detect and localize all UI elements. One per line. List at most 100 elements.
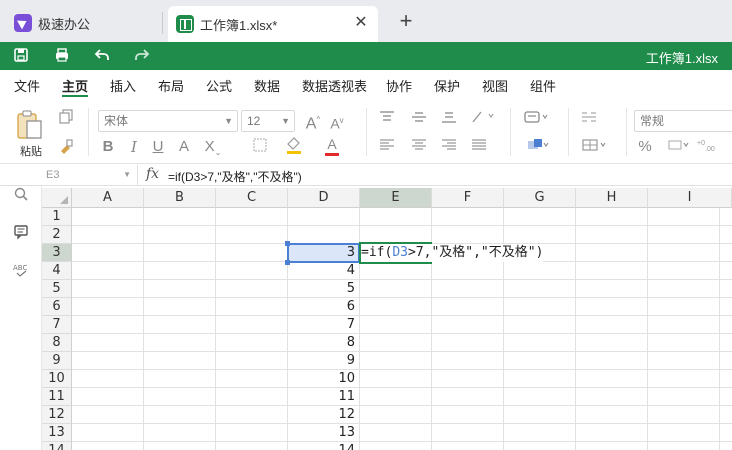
svg-text:.00: .00 [705,146,715,152]
paste-button[interactable] [16,110,44,140]
comment-icon[interactable] [12,224,30,242]
row-header-13[interactable]: 13 [42,424,72,442]
align-left-icon[interactable] [378,138,396,157]
align-right-icon[interactable] [440,138,458,157]
column-header-b[interactable]: B [144,188,216,208]
new-tab-button[interactable]: + [396,10,416,32]
menu-pivot-table[interactable]: 数据透视表 [302,76,367,95]
menu-home[interactable]: 主页 [62,76,88,95]
column-header-f[interactable]: F [432,188,504,208]
row-header-12[interactable]: 12 [42,406,72,424]
chevron-down-icon: ▼ [123,170,131,179]
copy-icon[interactable] [56,108,76,129]
fill-color-icon[interactable] [284,135,304,160]
cell-d13[interactable]: 13 [288,424,358,442]
font-size-select[interactable]: 12 ▼ [241,110,295,132]
row-header-8[interactable]: 8 [42,334,72,352]
menu-collaborate[interactable]: 协作 [386,76,412,95]
cell-d7[interactable]: 7 [288,316,358,334]
tab-home-label: 极速办公 [38,16,91,32]
column-header-d[interactable]: D [288,188,360,208]
menu-formula[interactable]: 公式 [206,76,232,95]
align-center-icon[interactable] [410,138,428,157]
row-header-9[interactable]: 9 [42,352,72,370]
row-header-1[interactable]: 1 [42,208,72,226]
cell-d3[interactable]: 3 [288,244,358,262]
cell-style-icon[interactable] [524,137,552,158]
decrease-font-icon[interactable]: Av [328,112,346,133]
increase-font-icon[interactable]: A^ [304,111,322,133]
cell-d8[interactable]: 8 [288,334,358,352]
left-sidebar: ABC [0,164,42,450]
merge-cells-icon[interactable] [580,110,598,129]
border-icon[interactable] [250,138,270,157]
percent-icon[interactable]: % [636,138,654,156]
formula-input[interactable]: =if(D3>7,"及格","不及格") [168,168,302,185]
font-color-icon[interactable]: A [322,135,342,156]
row-header-3[interactable]: 3 [42,244,72,262]
align-middle-icon[interactable] [410,110,428,129]
menu-layout[interactable]: 布局 [158,76,184,95]
redo-icon[interactable] [133,47,151,65]
align-bottom-icon[interactable] [440,110,458,129]
column-header-i[interactable]: I [648,188,732,208]
cell-d11[interactable]: 11 [288,388,358,406]
spreadsheet-grid[interactable]: A B C D E F G H I 1 2 3 4 5 6 7 8 9 10 1… [42,188,732,450]
print-icon[interactable] [53,47,71,65]
currency-format-icon[interactable] [666,138,692,159]
menu-components[interactable]: 组件 [530,76,556,95]
menu-protect[interactable]: 保护 [434,76,460,95]
decimal-places-icon[interactable]: +0.00 [696,138,718,159]
cell-d9[interactable]: 9 [288,352,358,370]
format-painter-icon[interactable] [56,138,76,159]
align-top-icon[interactable] [378,110,396,129]
italic-icon[interactable]: I [126,138,142,156]
row-header-6[interactable]: 6 [42,298,72,316]
menu-data[interactable]: 数据 [254,76,280,95]
menu-file[interactable]: 文件 [14,76,40,95]
cell-d5[interactable]: 5 [288,280,358,298]
grid-line [647,208,648,450]
row-header-11[interactable]: 11 [42,388,72,406]
menu-insert[interactable]: 插入 [110,76,136,95]
number-format-select[interactable]: 常规 [634,110,732,132]
row-header-4[interactable]: 4 [42,262,72,280]
column-header-h[interactable]: H [576,188,648,208]
cell-d6[interactable]: 6 [288,298,358,316]
strikethrough-icon[interactable]: A [176,138,192,156]
tab-home[interactable]: 极速办公 [8,6,162,40]
cell-d12[interactable]: 12 [288,406,358,424]
search-icon[interactable] [12,186,30,204]
cell-d4[interactable]: 4 [288,262,358,280]
text-orientation-icon[interactable] [470,109,496,130]
column-header-c[interactable]: C [216,188,288,208]
spellcheck-icon[interactable]: ABC [12,262,30,280]
cell-d10[interactable]: 10 [288,370,358,388]
undo-icon[interactable] [93,47,111,65]
subscript-icon[interactable]: X⌄ [202,138,224,162]
bold-icon[interactable]: B [100,138,116,156]
cell-d14[interactable]: 14 [288,442,358,450]
name-box[interactable]: E3 ▼ [42,165,138,185]
wrap-text-icon[interactable] [522,109,552,130]
save-icon[interactable] [12,47,30,65]
select-all-button[interactable] [42,188,72,208]
close-icon[interactable]: ✕ [352,14,370,32]
column-header-a[interactable]: A [72,188,144,208]
tab-workbook[interactable]: 工作簿1.xlsx* ✕ [168,6,378,42]
row-header-7[interactable]: 7 [42,316,72,334]
active-menu-indicator [62,95,88,97]
function-icon[interactable]: fx [146,166,159,182]
column-header-g[interactable]: G [504,188,576,208]
underline-icon[interactable]: U [150,138,166,156]
justify-icon[interactable] [470,138,488,157]
row-header-5[interactable]: 5 [42,280,72,298]
insert-cells-icon[interactable] [580,137,610,158]
cell-e3-editor[interactable]: =if(D3>7,"及格","不及格") [361,244,544,262]
row-header-14[interactable]: 14 [42,442,72,450]
row-header-10[interactable]: 10 [42,370,72,388]
menu-view[interactable]: 视图 [482,76,508,95]
font-name-select[interactable]: 宋体 ▼ [98,110,238,132]
column-header-e[interactable]: E [360,188,432,208]
row-header-2[interactable]: 2 [42,226,72,244]
